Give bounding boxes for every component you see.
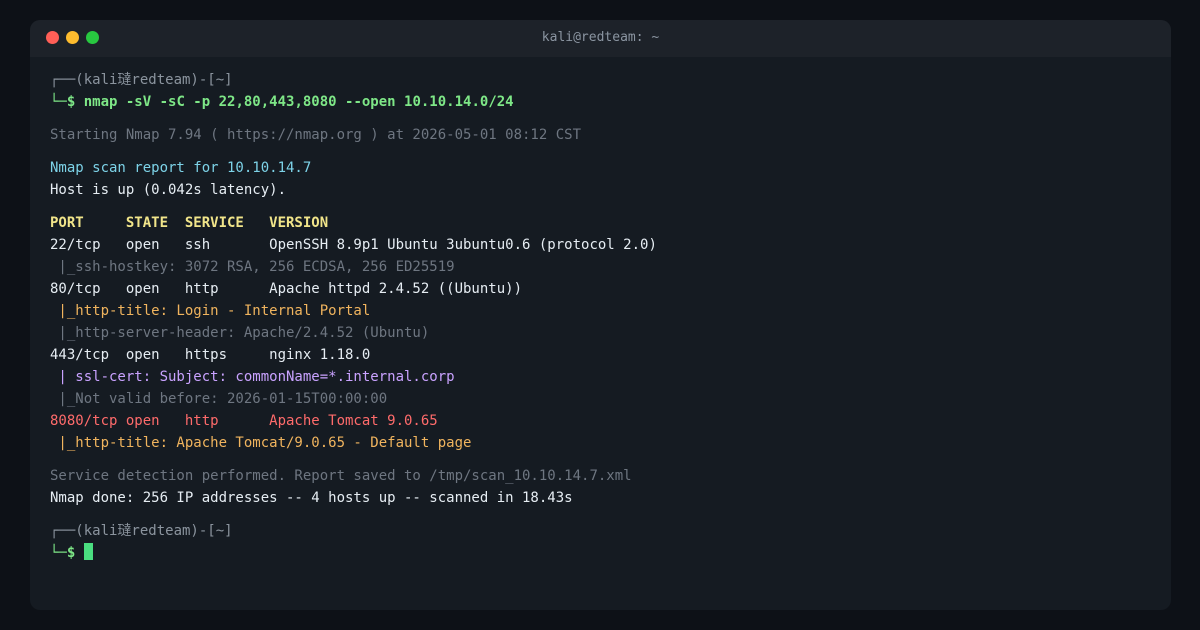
script-output-line: | ssl-cert: Subject: commonName=*.intern… — [50, 369, 455, 385]
script-output-line: |_Not valid before: 2026-01-15T00:00:00 — [50, 391, 388, 407]
script-output-line: |_http-title: Apache Tomcat/9.0.65 - Def… — [50, 435, 472, 451]
active-prompt[interactable]: └─$ — [50, 542, 1171, 564]
starting-line: Starting Nmap 7.94 ( https://nmap.org ) … — [50, 127, 582, 143]
port-row: 443/tcp open https nginx 1.18.0 — [50, 347, 371, 363]
prompt-header: ┌──(kali㼀redteam)-[~] — [50, 523, 233, 539]
command-line: └─$ nmap -sV -sC -p 22,80,443,8080 --ope… — [50, 91, 1171, 113]
script-output-line: |_http-server-header: Apache/2.4.52 (Ubu… — [50, 325, 430, 341]
port-row: 22/tcp open ssh OpenSSH 8.9p1 Ubuntu 3ub… — [50, 237, 657, 253]
nmap-done-line: Nmap done: 256 IP addresses -- 4 hosts u… — [50, 490, 573, 506]
terminal-window: kali@redteam: ~ ┌──(kali㼀redteam)-[~] └─… — [30, 20, 1171, 610]
script-output-line: |_http-title: Login - Internal Portal — [50, 303, 371, 319]
prompt-symbol: └─$ — [50, 545, 76, 561]
terminal-output[interactable]: ┌──(kali㼀redteam)-[~] └─$ nmap -sV -sC -… — [30, 57, 1171, 564]
script-output-line: |_ssh-hostkey: 3072 RSA, 256 ECDSA, 256 … — [50, 259, 455, 275]
window-title: kali@redteam: ~ — [541, 30, 660, 45]
command-text: nmap -sV -sC -p 22,80,443,8080 --open 10… — [83, 94, 514, 110]
table-header: PORT STATE SERVICE VERSION — [50, 215, 329, 231]
prompt-symbol: └─$ — [50, 94, 76, 110]
title-bar: kali@redteam: ~ — [30, 20, 1171, 57]
text-cursor — [83, 543, 93, 560]
prompt-header: ┌──(kali㼀redteam)-[~] — [50, 72, 233, 88]
service-detection-line: Service detection performed. Report save… — [50, 468, 632, 484]
scan-report-line: Nmap scan report for 10.10.14.7 — [50, 160, 312, 176]
host-up-line: Host is up (0.042s latency). — [50, 182, 287, 198]
port-row-highlighted: 8080/tcp open http Apache Tomcat 9.0.65 — [50, 413, 438, 429]
port-row: 80/tcp open http Apache httpd 2.4.52 ((U… — [50, 281, 523, 297]
